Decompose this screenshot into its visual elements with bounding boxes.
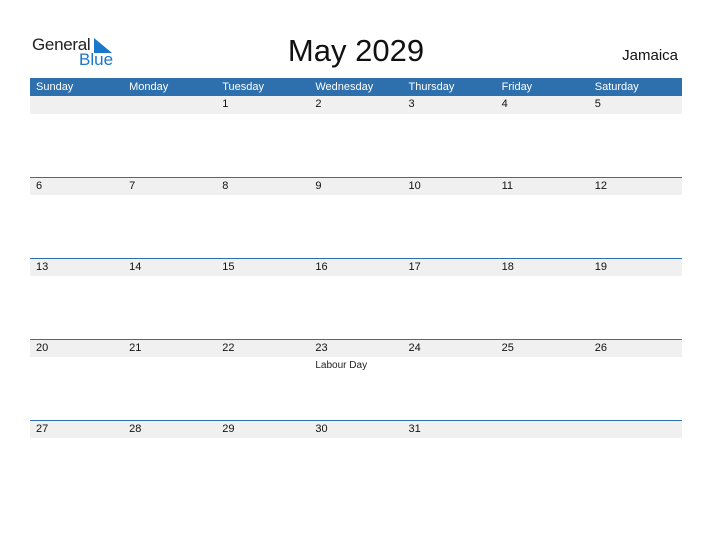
day-cell: 30: [309, 421, 402, 438]
day-number: 18: [501, 261, 514, 273]
day-cell: 25: [496, 340, 589, 357]
weekday-tuesday: Tuesday: [222, 81, 265, 93]
weekday-wednesday: Wednesday: [315, 81, 374, 93]
day-cell: 1: [216, 96, 309, 114]
week-row: 6 7 8 9 10 11 12: [30, 177, 682, 258]
day-cell: 12: [589, 178, 682, 195]
day-number: 8: [222, 180, 229, 192]
calendar-grid: Sunday Monday Tuesday Wednesday Thursday…: [30, 78, 682, 501]
weekday-thursday: Thursday: [408, 81, 455, 93]
day-cell: 3: [403, 96, 496, 114]
day-cell: 5: [589, 96, 682, 114]
day-number: 20: [36, 342, 49, 354]
day-cell: 17: [403, 259, 496, 276]
day-cell: 14: [123, 259, 216, 276]
day-cell: 21: [123, 340, 216, 357]
weekday-saturday: Saturday: [594, 81, 639, 93]
day-cell: 19: [589, 259, 682, 276]
day-cell: 9: [309, 178, 402, 195]
day-number: 16: [315, 261, 328, 273]
day-number: 27: [36, 423, 49, 435]
day-number: 10: [408, 180, 421, 192]
day-cell: 24: [403, 340, 496, 357]
weekday-monday: Monday: [129, 81, 169, 93]
day-cell: 7: [123, 178, 216, 195]
day-cell: [496, 421, 589, 438]
holiday-label: Labour Day: [315, 360, 368, 371]
day-cell: 29: [216, 421, 309, 438]
day-cell: 6: [30, 178, 123, 195]
day-cell: 8: [216, 178, 309, 195]
day-cell: 4: [496, 96, 589, 114]
day-number: 15: [222, 261, 235, 273]
day-number: 25: [501, 342, 514, 354]
day-number: 23: [315, 342, 328, 354]
week-row: 27 28 29 30 31: [30, 420, 682, 501]
date-strip: 20 21 22 23 Labour Day 24 25 26: [30, 340, 682, 371]
weekday-header: Sunday Monday Tuesday Wednesday Thursday…: [30, 78, 682, 96]
day-cell: 11: [496, 178, 589, 195]
day-number: 9: [315, 180, 322, 192]
day-number: 26: [594, 342, 607, 354]
day-number: 19: [594, 261, 607, 273]
day-number: 12: [594, 180, 607, 192]
date-strip: 27 28 29 30 31: [30, 421, 682, 438]
date-strip: 1 2 3 4 5: [30, 96, 682, 114]
day-cell: [123, 96, 216, 114]
day-cell: 27: [30, 421, 123, 438]
day-number: 13: [36, 261, 49, 273]
day-number: 4: [501, 98, 508, 110]
week-row: 20 21 22 23 Labour Day 24 25 26: [30, 339, 682, 420]
day-cell: 28: [123, 421, 216, 438]
day-number: 11: [501, 180, 514, 192]
day-cell: [30, 96, 123, 114]
day-number: 14: [129, 261, 142, 273]
day-number: 22: [222, 342, 235, 354]
day-cell: 13: [30, 259, 123, 276]
day-cell: [589, 421, 682, 438]
weekday-sunday: Sunday: [36, 81, 74, 93]
day-number: 31: [408, 423, 421, 435]
day-number: 28: [129, 423, 142, 435]
day-cell: 18: [496, 259, 589, 276]
day-cell: 23 Labour Day: [309, 340, 402, 371]
weekday-friday: Friday: [501, 81, 533, 93]
day-number: 17: [408, 261, 421, 273]
day-number: 30: [315, 423, 328, 435]
day-number: 5: [594, 98, 601, 110]
week-row: 13 14 15 16 17 18 19: [30, 258, 682, 339]
date-strip: 6 7 8 9 10 11 12: [30, 178, 682, 195]
week-row: 1 2 3 4 5: [30, 96, 682, 177]
page-title: May 2029: [287, 33, 425, 68]
day-number: 1: [222, 98, 229, 110]
day-cell: 10: [403, 178, 496, 195]
day-number: 29: [222, 423, 235, 435]
day-cell: 2: [309, 96, 402, 114]
day-cell: 26: [589, 340, 682, 357]
day-number: 21: [129, 342, 142, 354]
date-strip: 13 14 15 16 17 18 19: [30, 259, 682, 276]
day-number: 2: [315, 98, 322, 110]
day-number: 24: [408, 342, 421, 354]
day-number: 3: [408, 98, 415, 110]
day-cell: 15: [216, 259, 309, 276]
day-number: 7: [129, 180, 136, 192]
day-cell: 31: [403, 421, 496, 438]
day-number: 6: [36, 180, 43, 192]
country-label: Jamaica: [622, 47, 678, 64]
day-cell: 16: [309, 259, 402, 276]
day-cell: 20: [30, 340, 123, 357]
day-cell: 22: [216, 340, 309, 357]
